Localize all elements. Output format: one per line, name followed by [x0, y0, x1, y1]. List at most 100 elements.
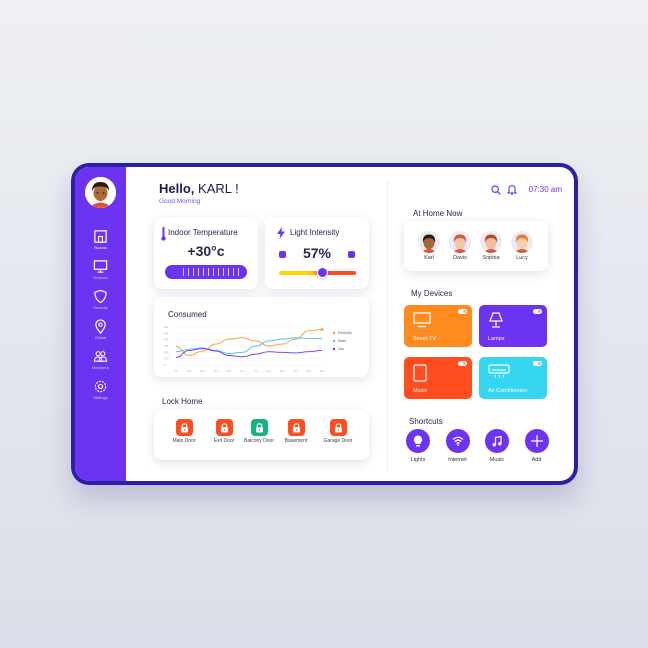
shortcut-button[interactable] — [524, 429, 549, 453]
temperature-card: Indoor Temperature +30°c — [154, 217, 258, 289]
lock-home-title: Lock Home — [162, 397, 203, 406]
shortcut-button[interactable] — [406, 429, 430, 453]
shortcut-music[interactable]: Music — [482, 429, 512, 463]
device-label: Music — [413, 388, 428, 394]
sidebar-item-rooms[interactable]: Rooms — [75, 229, 126, 259]
lock-icon — [180, 422, 188, 432]
chart-x-tick: Mar — [200, 369, 205, 373]
member-name: Davis — [453, 255, 467, 261]
chart-x-tick: Jul — [254, 369, 258, 373]
chart-y-tick: 600 — [164, 325, 169, 329]
lock-button[interactable] — [329, 419, 347, 436]
consumed-chart: 600 500 400 300 200 100 0 Jan Feb Mar Apr May Jun Jul… — [164, 325, 352, 373]
monitor-icon — [93, 260, 108, 273]
lock-button[interactable] — [175, 419, 193, 436]
member-sophia[interactable]: Sophia — [478, 231, 504, 261]
chart-x-tick: Aug — [267, 369, 272, 373]
bell-icon[interactable] — [506, 184, 517, 195]
greeting: Hello, KARL ! Good Morning — [159, 181, 239, 205]
device-toggle[interactable] — [533, 361, 542, 366]
member-davis[interactable]: Davis — [447, 231, 473, 261]
lock-item-label: Exit Door — [213, 438, 235, 444]
shortcut-label: Internet — [448, 457, 467, 463]
lock-item-basement[interactable]: Basement — [279, 419, 313, 445]
shortcut-lights[interactable]: Lights — [403, 429, 433, 463]
shortcut-button[interactable] — [485, 429, 509, 453]
chart-x-tick: Dec — [320, 369, 325, 373]
member-avatar — [480, 231, 502, 253]
member-lucy[interactable]: Lucy — [509, 231, 535, 261]
lock-icon — [255, 422, 263, 432]
sidebar-item-global[interactable]: Global — [75, 319, 126, 349]
gear-icon — [94, 380, 107, 393]
thermometer-icon — [161, 227, 166, 241]
main-panel: Hello, KARL ! Good Morning Indoor Temper… — [126, 167, 574, 481]
chart-x-tick: Jan — [174, 369, 179, 373]
member-avatar — [511, 231, 533, 253]
chart-series-line-water — [175, 337, 322, 355]
member-name: Karl — [424, 255, 434, 261]
chart-x-tick: Sep — [280, 369, 285, 373]
device-label: Air Conditioners — [488, 388, 528, 394]
temperature-slider[interactable] — [165, 265, 247, 279]
my-devices-title: My Devices — [411, 289, 453, 298]
shortcut-label: Add — [531, 457, 542, 463]
lock-item-garage-door[interactable]: Garage Door — [321, 419, 355, 445]
member-karl[interactable]: Karl — [416, 231, 442, 261]
temperature-title: Indoor Temperature — [168, 228, 238, 237]
search-icon[interactable] — [491, 184, 501, 195]
shortcut-label: Music — [489, 457, 505, 463]
shortcut-add[interactable]: Add — [522, 429, 552, 463]
lock-item-label: Garage Door — [323, 438, 353, 444]
light-title: Light Intensity — [290, 228, 340, 237]
chart-y-tick: 400 — [164, 338, 169, 342]
sidebar-item-members[interactable]: Members — [75, 349, 126, 379]
device-toggle[interactable] — [458, 361, 467, 366]
device-toggle[interactable] — [533, 309, 542, 314]
sidebar-item-settings[interactable]: Settings — [75, 379, 126, 409]
member-name: Lucy — [516, 255, 528, 261]
light-increase-button[interactable] — [348, 251, 355, 258]
chart-legend-label: Gas — [338, 347, 344, 351]
bulb-icon — [413, 435, 423, 447]
device-frame: Rooms Devices Security Global Members Se… — [71, 163, 578, 485]
lock-item-balcony-door[interactable]: Balcony Door — [242, 419, 276, 445]
lock-button[interactable] — [250, 419, 268, 436]
light-intensity-card: Light Intensity 57% — [265, 217, 369, 289]
device-card-smart-tv[interactable]: Smart TV — [404, 305, 472, 347]
lock-item-label: Main Door — [172, 438, 196, 444]
lock-button[interactable] — [215, 419, 233, 436]
topbar: 07:30 am — [491, 184, 562, 195]
shortcut-button[interactable] — [445, 429, 470, 453]
device-card-air-conditioners[interactable]: Air Conditioners — [479, 357, 547, 399]
user-avatar[interactable] — [85, 177, 116, 208]
member-name: Sophia — [482, 255, 500, 261]
device-card-music[interactable]: Music — [404, 357, 472, 399]
device-toggle[interactable] — [458, 309, 467, 314]
chart-legend-dot-electricity — [332, 331, 336, 335]
clock-time: 07:30 am — [528, 185, 562, 194]
chart-y-tick: 100 — [164, 357, 169, 361]
divider — [387, 181, 388, 471]
device-card-lamps[interactable]: Lamps — [479, 305, 547, 347]
lightning-icon — [277, 227, 285, 239]
device-label: Smart TV — [413, 336, 437, 342]
light-slider-knob[interactable] — [317, 267, 329, 278]
home-icon — [94, 230, 107, 243]
lock-item-exit-door[interactable]: Exit Door — [207, 419, 241, 445]
members-icon — [93, 351, 108, 362]
sidebar-item-label: Security — [93, 305, 108, 310]
shortcut-label: Lights — [410, 457, 426, 463]
chart-y-tick: 200 — [164, 350, 169, 354]
temperature-ticks — [183, 268, 241, 276]
shortcut-internet[interactable]: Internet — [443, 429, 473, 463]
sidebar-item-security[interactable]: Security — [75, 289, 126, 319]
location-pin-icon — [95, 319, 106, 334]
lock-icon — [292, 422, 300, 432]
member-avatar — [449, 231, 471, 253]
lock-button[interactable] — [287, 419, 305, 436]
sidebar-item-devices[interactable]: Devices — [75, 259, 126, 289]
greeting-subtitle: Good Morning — [159, 198, 201, 205]
sidebar-item-label: Settings — [93, 395, 108, 400]
lock-item-main-door[interactable]: Main Door — [167, 419, 201, 445]
